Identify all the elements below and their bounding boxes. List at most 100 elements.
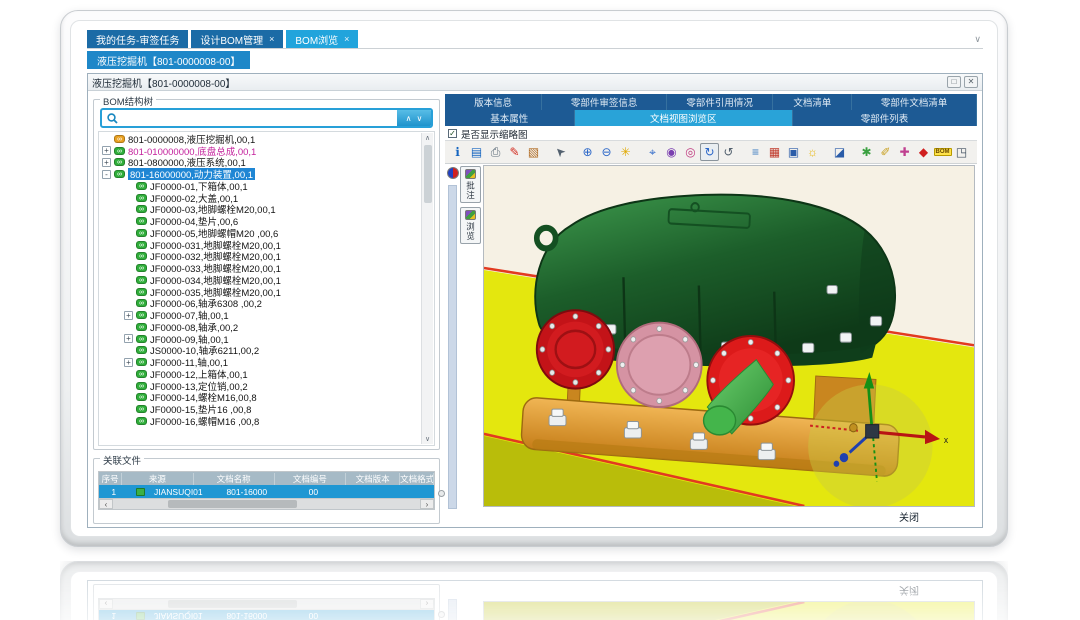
render-mode-icon[interactable]: ◪ [830,143,849,161]
tree-item[interactable]: ∞ JF0000-14,螺栓M16,00,8 [100,392,420,404]
tab-excavator-document[interactable]: 液压挖掘机【801-0000008-00】 [87,51,250,69]
tab-document-view-area[interactable]: 文档视图浏览区 [575,110,794,126]
tree-item[interactable]: ∞ JF0000-06,轴承6308 ,00,2 [100,298,420,310]
splitter-bar[interactable] [448,185,457,509]
table-header-cell[interactable]: 文档格式 [400,473,434,485]
redline-pen-icon[interactable]: ✎ [505,143,524,161]
tab-bom-browse[interactable]: BOM浏览 × [286,30,358,48]
scroll-right-icon[interactable]: › [420,499,434,509]
resize-handle[interactable] [438,490,445,497]
chevron-down-icon[interactable]: ∨ [974,34,981,45]
tree-item[interactable]: ∞ JF0000-08,轴承,00,2 [100,321,420,333]
section-icon[interactable]: ◆ [914,143,933,161]
scroll-up-icon[interactable]: ∧ [425,133,430,143]
search-prev-icon[interactable]: ∧ [406,114,412,123]
expander-icon[interactable]: + [102,146,111,155]
zoom-out-icon[interactable]: ⊖ [597,143,616,161]
expander-icon[interactable]: + [124,334,133,343]
tree-item[interactable]: ∞ JF0000-033,地脚螺栓M20,00,1 [100,262,420,274]
tree-item[interactable]: ∞ JF0000-12,上箱体,00,1 [100,368,420,380]
tree-item[interactable]: ∞ JF0000-15,垫片16 ,00,8 [100,403,420,415]
table-row[interactable]: 1 JIANSUQI01 801-16000 00 [99,485,434,498]
tree-item[interactable]: ∞ JF0000-05,地脚螺帽M20 ,00,6 [100,227,420,239]
expander-icon[interactable]: + [102,158,111,167]
tree-item[interactable]: - ∞ 801-16000000,动力装置,00,1 [100,168,420,180]
tree-item[interactable]: ∞ JF0000-031,地脚螺栓M20,00,1 [100,239,420,251]
close-icon[interactable]: × [269,35,274,44]
tree-item[interactable]: ∞ JF0000-04,垫片,00,6 [100,215,420,227]
zoom-extents-icon[interactable]: ◉ [662,143,681,161]
tab-my-tasks[interactable]: 我的任务-审签任务 [87,30,188,48]
tree-item[interactable]: ∞ JF0000-01,下箱体,00,1 [100,180,420,192]
tree-item[interactable]: ∞ JF0000-03,地脚螺栓M20,00,1 [100,204,420,216]
bom-view-icon[interactable]: BOM [933,143,952,161]
rotate-center-icon[interactable]: ◎ [681,143,700,161]
scroll-left-icon[interactable]: ‹ [99,499,113,509]
select-cursor-icon[interactable]: ➤ [551,143,570,161]
info-icon[interactable]: ℹ [448,143,467,161]
table-header-cell[interactable]: 序号 [99,473,122,485]
zoom-in-icon[interactable]: ⊕ [578,143,597,161]
snapshot-icon[interactable]: ▣ [784,143,803,161]
export-view-icon[interactable]: ◳ [952,143,971,161]
expander-icon[interactable]: - [102,170,111,179]
close-icon[interactable]: × [344,35,349,44]
side-tab-markup[interactable]: 批注 [460,166,481,203]
table-header-cell[interactable]: 文档名称 [194,473,275,485]
tree-item[interactable]: + ∞ JF0000-07,轴,00,1 [100,309,420,321]
restore-icon[interactable]: □ [947,76,961,88]
tree-item[interactable]: ∞ JF0000-13,定位销,00,2 [100,380,420,392]
zoom-fit-icon[interactable]: ✳ [616,143,635,161]
print-icon[interactable]: ⎙ [486,143,505,161]
tree-item[interactable]: + ∞ JF0000-11,轴,00,1 [100,356,420,368]
table-header-cell[interactable]: 文档编号 [275,473,346,485]
tab-basic-properties[interactable]: 基本属性 [445,110,575,126]
table-header-cell[interactable]: 来源 [122,473,193,485]
tab-part-usage[interactable]: 零部件引用情况 [667,94,773,110]
tree-item[interactable]: ∞ JS0000-10,轴承6211,00,2 [100,345,420,357]
side-tab-browse[interactable]: 浏览 [460,207,481,244]
viewpoint-icon[interactable] [447,167,459,179]
table-horizontal-scrollbar[interactable]: ‹ › [99,498,434,509]
expander-icon[interactable]: + [124,358,133,367]
zoom-window-icon[interactable]: ⌖ [643,143,662,161]
scroll-down-icon[interactable]: ∨ [425,434,430,444]
doc-preview-icon[interactable]: ▤ [467,143,486,161]
structure-grid-icon[interactable]: ▦ [765,143,784,161]
tree-item[interactable]: + ∞ JF0000-09,轴,00,1 [100,333,420,345]
tree-item[interactable]: ∞ JF0000-034,地脚螺栓M20,00,1 [100,274,420,286]
close-icon[interactable]: ✕ [964,76,978,88]
tree-item[interactable]: ∞ JF0000-035,地脚螺栓M20,00,1 [100,286,420,298]
pan-icon[interactable]: ↺ [719,143,738,161]
tab-design-bom[interactable]: 设计BOM管理 × [191,30,283,48]
measure-icon[interactable]: ✐ [876,143,895,161]
3d-model-canvas[interactable]: x [483,165,975,507]
tree-item[interactable]: ∞ JF0000-032,地脚螺栓M20,00,1 [100,251,420,263]
tab-document-list[interactable]: 文档清单 [773,94,852,110]
tree-item[interactable]: + ∞ 801-010000000,底盘总成,00,1 [100,145,420,157]
tree-scrollbar[interactable]: ∧ ∨ [421,133,433,444]
tree-item[interactable]: ∞ JF0000-16,螺帽M16 ,00,8 [100,415,420,427]
tree-item[interactable]: + ∞ 801-0800000,液压系统,00,1 [100,157,420,169]
search-input[interactable] [122,110,397,126]
rotate-3d-icon[interactable]: ↻ [700,143,719,161]
layers-icon[interactable]: ≡ [746,143,765,161]
expander-icon[interactable]: + [124,311,133,320]
search-next-icon[interactable]: ∨ [417,114,423,123]
image-markup-icon[interactable]: ▧ [524,143,543,161]
tab-part-list[interactable]: 零部件列表 [793,110,977,126]
tab-part-document-list[interactable]: 零部件文档清单 [852,94,977,110]
scrollbar-track[interactable] [113,499,420,509]
scrollbar-thumb[interactable] [424,145,432,203]
explode-icon[interactable]: ✱ [857,143,876,161]
tab-version-info[interactable]: 版本信息 [445,94,542,110]
tree-item[interactable]: ∞ JF0000-02,大盖,00,1 [100,192,420,204]
scrollbar-thumb[interactable] [168,500,297,508]
close-button[interactable]: 关闭 [899,509,919,524]
thumbnail-checkbox[interactable]: ✓ [448,129,457,138]
axis-display-icon[interactable]: ✚ [895,143,914,161]
light-icon[interactable]: ☼ [803,143,822,161]
tab-part-signoff-info[interactable]: 零部件审签信息 [542,94,667,110]
table-header-cell[interactable]: 文档版本 [346,473,400,485]
tree-item[interactable]: ∞ 801-0000008,液压挖掘机,00,1 [100,133,420,145]
